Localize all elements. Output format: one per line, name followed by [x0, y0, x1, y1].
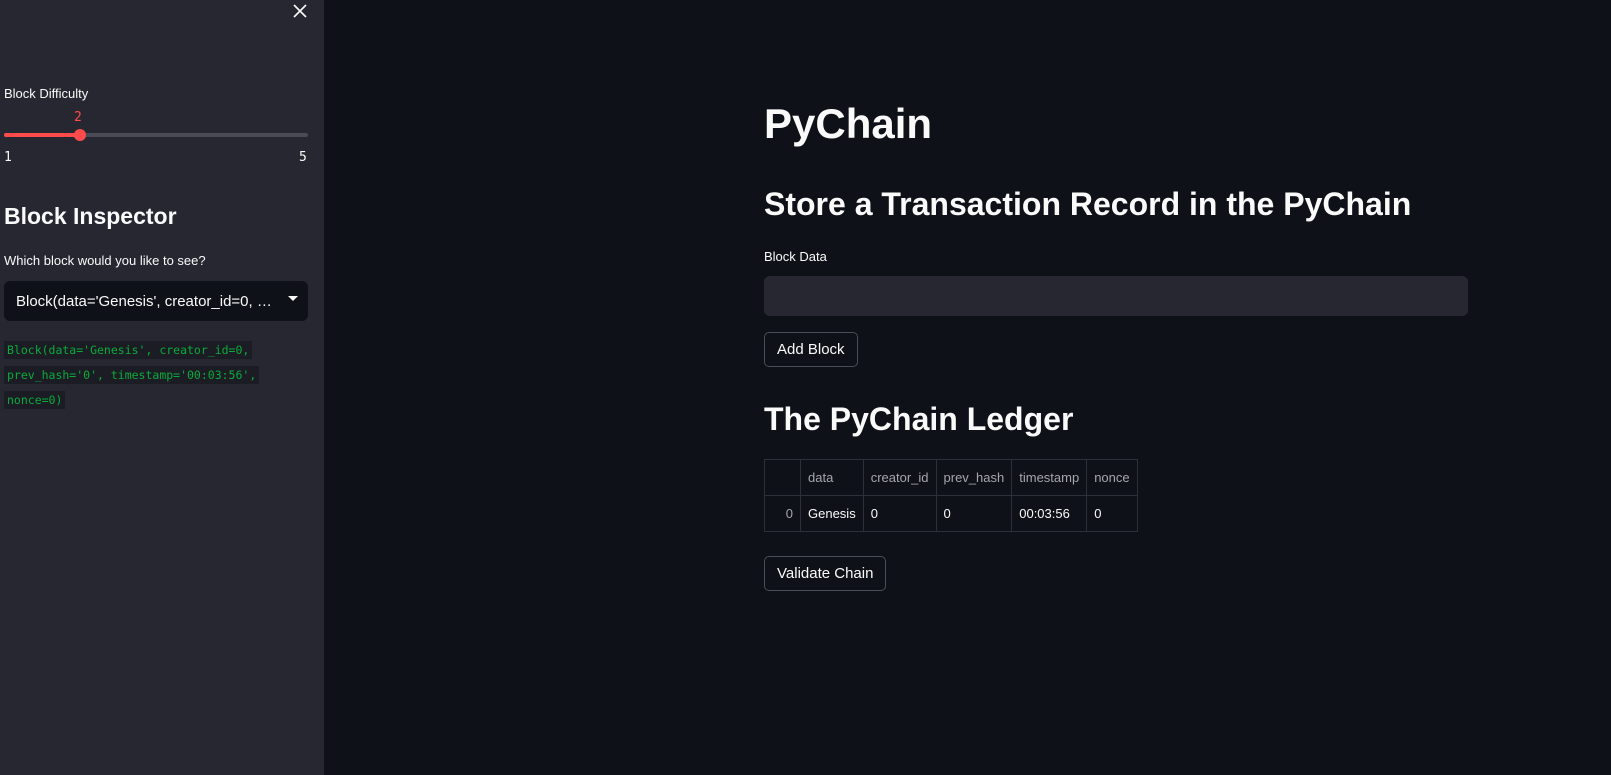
store-transaction-heading: Store a Transaction Record in the PyChai…: [764, 186, 1412, 222]
slider-max-label: 5: [299, 150, 307, 165]
block-data-input[interactable]: [764, 276, 1468, 316]
table-header-row: data creator_id prev_hash timestamp nonc…: [764, 459, 1138, 496]
cell-creator-id[interactable]: 0: [862, 495, 937, 532]
ledger-table: data creator_id prev_hash timestamp nonc…: [764, 459, 1138, 532]
page-title: PyChain: [764, 100, 933, 147]
block-select[interactable]: Block(data='Genesis', creator_id=0, prev…: [4, 281, 308, 321]
slider-current-value: 2: [74, 110, 82, 125]
row-index: 0: [764, 495, 801, 532]
ledger-heading: The PyChain Ledger: [764, 401, 1074, 437]
block-inspector-heading: Block Inspector: [4, 203, 177, 229]
cell-prev-hash[interactable]: 0: [935, 495, 1013, 532]
cell-nonce[interactable]: 0: [1086, 495, 1138, 532]
table-row: 0 Genesis 0 0 00:03:56 0: [764, 495, 1138, 532]
sidebar: Block Difficulty 2 1 5 Block Inspector W…: [0, 0, 324, 775]
slider-label: Block Difficulty: [4, 86, 89, 101]
slider-fill: [4, 133, 80, 137]
block-select-value: Block(data='Genesis', creator_id=0, prev…: [16, 292, 272, 310]
add-block-button[interactable]: Add Block: [764, 332, 858, 367]
block-data-label: Block Data: [764, 249, 827, 264]
close-icon: [293, 4, 307, 18]
column-header-index[interactable]: [764, 459, 801, 496]
cell-data[interactable]: Genesis: [800, 495, 864, 532]
close-sidebar-button[interactable]: [289, 0, 311, 22]
column-header-nonce[interactable]: nonce: [1086, 459, 1138, 496]
code-text: Block(data='Genesis', creator_id=0, prev…: [4, 341, 260, 409]
slider-min-label: 1: [4, 150, 12, 165]
slider-thumb[interactable]: [74, 129, 86, 141]
cell-timestamp[interactable]: 00:03:56: [1011, 495, 1088, 532]
caret-down-icon: [288, 296, 298, 301]
block-code-output: Block(data='Genesis', creator_id=0, prev…: [4, 338, 274, 413]
column-header-prev-hash[interactable]: prev_hash: [935, 459, 1013, 496]
column-header-data[interactable]: data: [800, 459, 864, 496]
validate-chain-button[interactable]: Validate Chain: [764, 556, 887, 591]
column-header-timestamp[interactable]: timestamp: [1011, 459, 1088, 496]
column-header-creator-id[interactable]: creator_id: [862, 459, 937, 496]
block-select-label: Which block would you like to see?: [4, 253, 206, 268]
